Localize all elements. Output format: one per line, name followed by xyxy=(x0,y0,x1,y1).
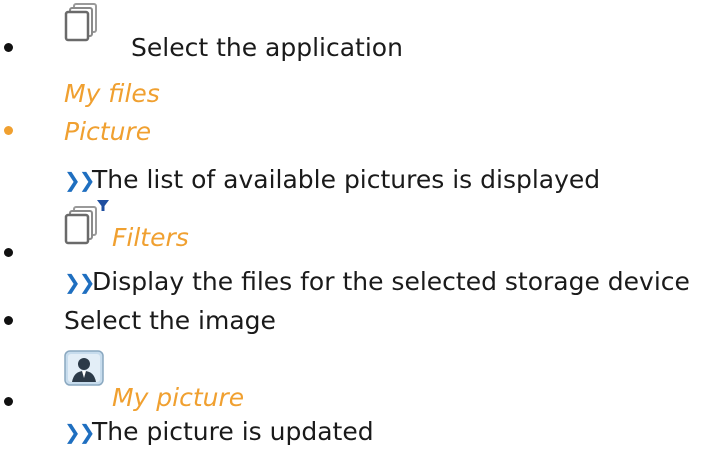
step-select-application: Select the application xyxy=(131,33,403,62)
user-picture-icon xyxy=(64,350,104,390)
bullet xyxy=(4,126,13,135)
stacked-pages-icon xyxy=(64,2,106,48)
result-arrow-icon: ❯❯ xyxy=(64,168,95,192)
step-picture: Picture xyxy=(64,117,152,146)
bullet xyxy=(4,397,13,406)
step-my-picture: My picture xyxy=(112,383,245,412)
bullet xyxy=(4,43,13,52)
result-arrow-icon: ❯❯ xyxy=(64,420,95,444)
result-arrow-icon: ❯❯ xyxy=(64,270,95,294)
step-select-image: Select the image xyxy=(64,306,276,335)
bullet xyxy=(4,248,13,257)
result-display-files: Display the files for the selected stora… xyxy=(92,267,690,296)
result-picture-updated: The picture is updated xyxy=(92,417,374,446)
filter-pages-icon xyxy=(64,199,112,251)
app-name-my-files: My files xyxy=(64,79,160,108)
bullet xyxy=(4,316,13,325)
step-filters: Filters xyxy=(112,223,189,252)
result-picture-list: The list of available pictures is displa… xyxy=(92,165,601,194)
